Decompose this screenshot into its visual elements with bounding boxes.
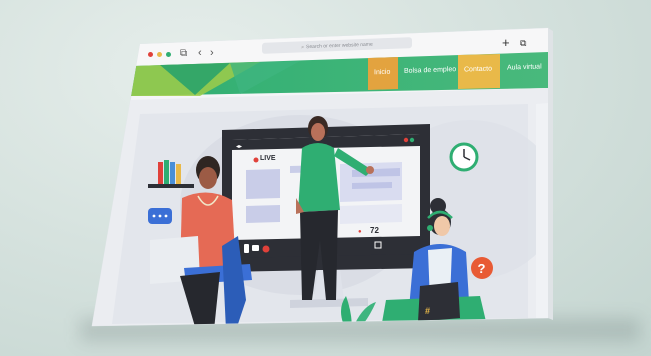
svg-text:?: ? — [478, 261, 486, 276]
new-tab-icon[interactable]: + — [502, 35, 510, 50]
nav-item-label: Aula virtual — [507, 63, 542, 72]
live-label: LIVE — [260, 155, 276, 162]
address-placeholder: Search or enter website name — [306, 41, 373, 50]
svg-text:#: # — [425, 306, 430, 316]
sidebar-toggle-icon[interactable]: ⧉ — [180, 48, 187, 59]
nav-item-inicio[interactable]: Inicio — [374, 69, 390, 77]
maximize-window-dot[interactable] — [165, 52, 171, 57]
nav-item-label: Contacto — [464, 65, 493, 74]
svg-text:●: ● — [358, 229, 362, 235]
search-icon: ⌕ — [301, 43, 305, 50]
mockup-scene: ◂▸ ● ? # ⧉ ‹ › ⌕ Search or enter website… — [0, 0, 651, 356]
window-controls — [148, 52, 171, 59]
close-window-dot[interactable] — [148, 52, 153, 57]
live-badge: LIVE — [260, 155, 276, 162]
nav-item-aula-virtual[interactable]: Aula virtual — [507, 63, 542, 71]
svg-text:◂▸: ◂▸ — [236, 144, 242, 150]
nav-item-label: Inicio — [374, 68, 391, 77]
viewer-count: 72 — [370, 226, 379, 235]
help-question-icon: ? — [471, 257, 493, 279]
minimize-window-dot[interactable] — [156, 52, 162, 57]
browser-mockup: ◂▸ ● ? # — [91, 27, 553, 327]
viewer-count-value: 72 — [370, 226, 379, 235]
tabs-overview-icon[interactable]: ⧉ — [520, 38, 526, 49]
back-icon[interactable]: ‹ — [198, 47, 202, 59]
forward-icon[interactable]: › — [210, 47, 214, 59]
nav-item-contacto[interactable]: Contacto — [464, 66, 492, 74]
chat-bubble-icon — [148, 208, 172, 224]
clock-icon — [449, 142, 479, 172]
